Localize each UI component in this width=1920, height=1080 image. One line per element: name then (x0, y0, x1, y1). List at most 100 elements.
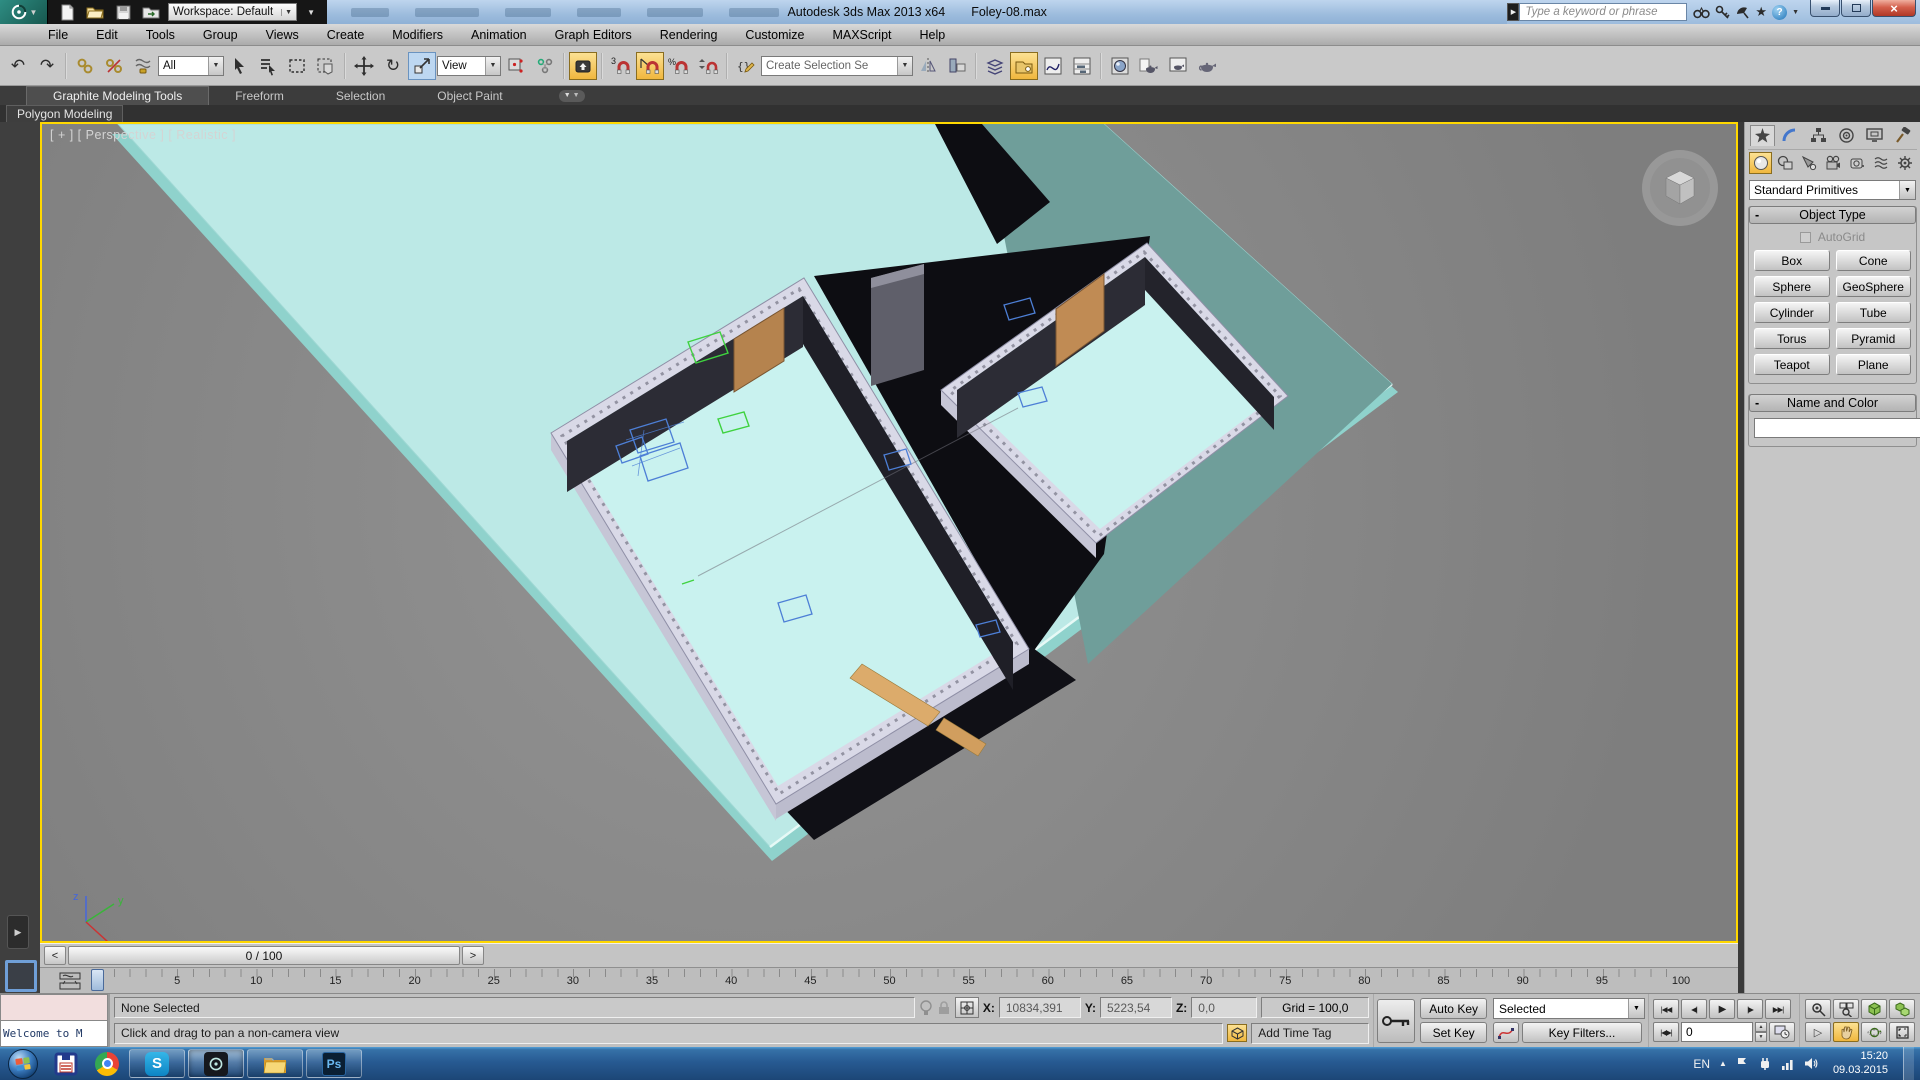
action-center-flag-icon[interactable] (1736, 1057, 1749, 1071)
open-file-button[interactable] (84, 3, 106, 21)
language-indicator[interactable]: EN (1693, 1057, 1710, 1071)
named-selection-set-combo[interactable]: Create Selection Se ▼ (761, 56, 913, 76)
menu-file[interactable]: File (34, 24, 82, 45)
autogrid-checkbox[interactable] (1800, 232, 1811, 243)
time-slider[interactable]: 0 / 100 (68, 946, 460, 965)
tab-create[interactable] (1750, 125, 1775, 146)
default-tangent-button[interactable] (1493, 1022, 1519, 1043)
hidden-icons-button[interactable]: ▲ (1719, 1059, 1727, 1068)
menu-rendering[interactable]: Rendering (646, 24, 732, 45)
network-signal-icon[interactable] (1781, 1058, 1795, 1070)
object-button-geosphere[interactable]: GeoSphere (1836, 276, 1912, 297)
isometric-view-toggle[interactable] (1227, 1024, 1247, 1042)
taskbar-skype[interactable]: S (129, 1049, 185, 1078)
select-and-manipulate-button[interactable] (531, 52, 559, 80)
goto-end-button[interactable]: ▶▶| (1765, 999, 1791, 1019)
mirror-button[interactable] (914, 52, 942, 80)
category-cameras[interactable] (1821, 152, 1844, 174)
menu-maxscript[interactable]: MAXScript (818, 24, 905, 45)
ribbon-tab-graphite-modeling-tools[interactable]: Graphite Modeling Tools (26, 86, 209, 105)
clock[interactable]: 15:20 09.03.2015 (1833, 1050, 1888, 1078)
angle-snap-button[interactable] (636, 52, 664, 80)
menu-edit[interactable]: Edit (82, 24, 132, 45)
object-button-plane[interactable]: Plane (1836, 354, 1912, 375)
key-mode-toggle-button[interactable]: |◀▶| (1653, 1022, 1679, 1042)
object-button-tube[interactable]: Tube (1836, 302, 1912, 323)
search-flyout-icon[interactable]: ▶ (1507, 3, 1519, 21)
tab-display[interactable] (1862, 125, 1887, 146)
layer-manager-button[interactable] (981, 52, 1009, 80)
current-frame-field[interactable]: 0 (1681, 1022, 1753, 1042)
category-geometry[interactable] (1749, 152, 1772, 174)
show-desktop-button[interactable] (1903, 1047, 1914, 1080)
object-name-field[interactable] (1754, 418, 1920, 438)
object-button-sphere[interactable]: Sphere (1754, 276, 1830, 297)
select-and-move-button[interactable] (350, 52, 378, 80)
material-editor-button[interactable] (1106, 52, 1134, 80)
add-time-tag-field[interactable]: Add Time Tag (1251, 1023, 1369, 1044)
power-plug-icon[interactable] (1758, 1057, 1772, 1071)
listener-output-field[interactable]: Welcome to M (0, 1020, 108, 1047)
ribbon-config-dropdown[interactable]: ▼▼ (559, 90, 585, 102)
help-icon[interactable]: ? (1772, 5, 1787, 20)
taskbar-floppy-app[interactable] (47, 1049, 85, 1079)
category-shapes[interactable] (1773, 152, 1796, 174)
zoom-all-button[interactable] (1833, 999, 1859, 1019)
x-coordinate-field[interactable] (999, 997, 1081, 1018)
object-type-header[interactable]: - Object Type (1749, 206, 1916, 224)
close-button[interactable]: × (1872, 0, 1916, 17)
next-frame-button[interactable]: > (462, 946, 484, 965)
unlink-selection-button[interactable] (100, 52, 128, 80)
pan-view-button[interactable] (1833, 1022, 1859, 1042)
selection-lock-icon[interactable] (937, 999, 951, 1017)
menu-tools[interactable]: Tools (132, 24, 189, 45)
previous-frame-button[interactable]: < (44, 946, 66, 965)
previous-frame-button[interactable]: ◀| (1681, 999, 1707, 1019)
zoom-extents-all-button[interactable] (1889, 999, 1915, 1019)
minimize-button[interactable] (1810, 0, 1840, 17)
set-key-button[interactable]: Set Key (1420, 1022, 1487, 1043)
communication-center-icon[interactable] (1735, 5, 1750, 19)
perspective-viewport[interactable]: [ + ] [ Perspective ] [ Realistic ] (40, 122, 1738, 943)
set-keys-button[interactable] (1377, 999, 1415, 1043)
menu-animation[interactable]: Animation (457, 24, 541, 45)
help-dropdown-arrow-icon[interactable]: ▼ (1792, 9, 1799, 16)
tab-hierarchy[interactable] (1806, 125, 1831, 146)
absolute-mode-toggle[interactable] (955, 997, 979, 1018)
project-folder-button[interactable] (140, 3, 162, 21)
restore-button[interactable] (1841, 0, 1871, 17)
subscription-key-icon[interactable] (1715, 5, 1730, 20)
viewport-layout-tab[interactable] (5, 960, 37, 992)
tab-modify[interactable] (1778, 125, 1803, 146)
window-crossing-button[interactable] (312, 52, 340, 80)
selection-region-button[interactable] (283, 52, 311, 80)
curve-editor-button[interactable] (1039, 52, 1067, 80)
y-coordinate-field[interactable] (1100, 997, 1172, 1018)
spinner-snap-button[interactable] (694, 52, 722, 80)
taskbar-photoshop[interactable]: Ps (306, 1049, 362, 1078)
select-and-scale-button[interactable] (408, 52, 436, 80)
menu-modifiers[interactable]: Modifiers (378, 24, 457, 45)
application-menu-button[interactable]: ▼ (0, 0, 48, 24)
search-binoculars-icon[interactable] (1693, 6, 1710, 19)
name-color-header[interactable]: - Name and Color (1749, 394, 1916, 412)
select-object-button[interactable] (225, 52, 253, 80)
qat-flyout-button[interactable]: ▼ (303, 8, 319, 17)
search-input[interactable]: Type a keyword or phrase (1519, 3, 1687, 21)
ribbon-tab-selection[interactable]: Selection (310, 86, 411, 105)
object-button-cone[interactable]: Cone (1836, 250, 1912, 271)
undo-button[interactable]: ↶ (4, 52, 32, 80)
new-scene-button[interactable] (56, 3, 78, 21)
selection-filter-dropdown[interactable]: All ▼ (158, 56, 224, 76)
select-and-link-button[interactable] (71, 52, 99, 80)
object-button-pyramid[interactable]: Pyramid (1836, 328, 1912, 349)
render-production-button[interactable] (1193, 52, 1221, 80)
zoom-button[interactable] (1805, 999, 1831, 1019)
orbit-button[interactable] (1861, 1022, 1887, 1042)
auto-key-button[interactable]: Auto Key (1420, 998, 1487, 1019)
taskbar-3dsmax[interactable] (188, 1049, 244, 1078)
favorites-star-icon[interactable]: ★ (1755, 4, 1767, 20)
track-bar[interactable]: 0510152025303540455055606570758085909510… (40, 967, 1738, 993)
object-button-teapot[interactable]: Teapot (1754, 354, 1830, 375)
ribbon-toggle-button[interactable] (1010, 52, 1038, 80)
